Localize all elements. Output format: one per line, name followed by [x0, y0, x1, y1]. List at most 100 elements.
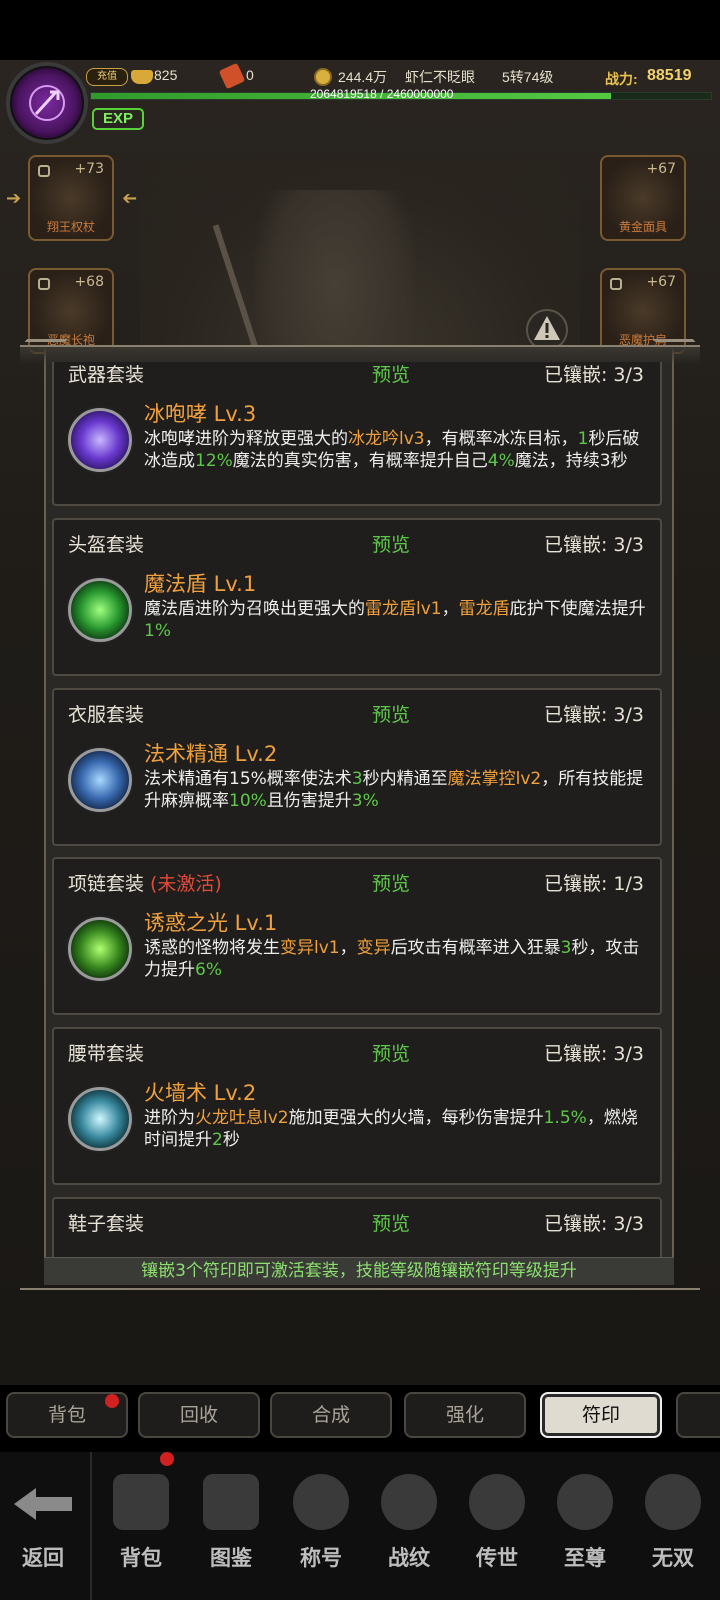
- preview-button[interactable]: 预览: [372, 1039, 410, 1066]
- desc-segment: ，有概率冰冻目标，: [424, 429, 578, 449]
- desc-segment: 1.5%: [543, 1108, 587, 1128]
- nav-codex[interactable]: 图鉴: [188, 1452, 274, 1600]
- preview-button[interactable]: 预览: [372, 530, 410, 557]
- equip-level: +68: [74, 274, 104, 290]
- nav-battle-pattern[interactable]: 战纹: [366, 1452, 452, 1600]
- desc-segment: 魔法掌控lv2: [447, 769, 542, 789]
- nav-separator: [90, 1452, 92, 1600]
- inlaid-label: 已镶嵌:: [544, 1213, 608, 1235]
- nav-back[interactable]: 返回: [0, 1452, 86, 1600]
- set-title-text: 项链套装: [68, 873, 145, 895]
- skill-description: 魔法盾进阶为召唤出更强大的雷龙盾lv1，雷龙盾庇护下使魔法提升 1%: [144, 598, 650, 642]
- nav-heirloom[interactable]: 传世: [454, 1452, 540, 1600]
- inlaid-count: 已镶嵌: 3/3: [544, 1209, 644, 1236]
- desc-segment: 1: [577, 429, 589, 449]
- inlaid-count: 已镶嵌: 1/3: [544, 869, 644, 896]
- arrow-left-icon: ➔: [122, 188, 138, 209]
- subtab-rune[interactable]: 符印: [540, 1392, 662, 1438]
- desc-segment: ，: [441, 599, 459, 619]
- set-title: 腰带套装: [68, 1039, 144, 1066]
- nav-label: 图鉴: [210, 1545, 252, 1570]
- desc-segment: 12%: [195, 451, 233, 471]
- desc-segment: 3: [560, 938, 572, 958]
- subtab-merge[interactable]: 合成: [270, 1392, 392, 1438]
- set-title-text: 头盔套装: [68, 534, 145, 556]
- desc-segment: 冰龙吟lv3: [348, 429, 425, 449]
- desc-segment: 魔法的真实伤害，有概率提升自己: [232, 451, 488, 471]
- ticket-count: 0: [246, 67, 254, 83]
- recharge-button[interactable]: 充值: [86, 68, 128, 86]
- nav-bag[interactable]: 背包: [98, 1452, 184, 1600]
- rune-icon[interactable]: [68, 748, 132, 812]
- desc-segment: 1%: [144, 621, 171, 641]
- coin-count: 244.4万: [338, 69, 388, 85]
- desc-segment: 冰咆哮进阶为释放更强大的: [144, 429, 348, 449]
- emblem-icon: [381, 1474, 437, 1530]
- preview-button[interactable]: 预览: [372, 700, 410, 727]
- desc-segment: 雷龙盾lv1: [365, 599, 442, 619]
- equip-name: 翔王权杖: [46, 220, 95, 234]
- inlaid-count: 已镶嵌: 3/3: [544, 1039, 644, 1066]
- nav-peerless[interactable]: 无双: [630, 1452, 716, 1600]
- inlaid-value: 3/3: [613, 1043, 644, 1065]
- desc-segment: 庇护下使魔法提升: [509, 599, 646, 619]
- nav-label: 无双: [652, 1545, 694, 1570]
- firewall-icon[interactable]: [68, 1087, 132, 1151]
- set-card: 腰带套装 预览 已镶嵌: 3/3 火墙术 Lv.2 进阶为火龙吐息lv2施加更强大的火墙，…: [52, 1027, 662, 1185]
- nav-label: 传世: [476, 1545, 518, 1570]
- nav-label: 称号: [300, 1545, 342, 1570]
- desc-segment: 3: [351, 769, 363, 789]
- shield-icon[interactable]: [68, 578, 132, 642]
- desc-segment: 6%: [195, 960, 222, 980]
- lock-icon: [38, 165, 50, 177]
- inactive-label: (未激活): [150, 873, 222, 895]
- desc-segment: 且伤害提升: [266, 791, 352, 811]
- nav-supreme[interactable]: 至尊: [542, 1452, 628, 1600]
- preview-button[interactable]: 预览: [372, 869, 410, 896]
- snowflake-icon[interactable]: [68, 408, 132, 472]
- power-label: 战力:: [605, 71, 638, 87]
- helmet-icon: [645, 1474, 701, 1530]
- desc-segment: 后攻击有概率进入狂暴: [390, 938, 561, 958]
- desc-segment: 10%: [229, 791, 267, 811]
- set-title: 武器套装: [68, 362, 144, 387]
- inlaid-label: 已镶嵌:: [544, 364, 608, 386]
- set-title-text: 衣服套装: [68, 704, 145, 726]
- arrow-right-icon: ➔: [6, 188, 22, 209]
- equip-slot-weapon[interactable]: +73 翔王权杖: [28, 155, 114, 241]
- desc-segment: 施加更强大的火墙，每秒伤害提升: [288, 1108, 544, 1128]
- set-title: 衣服套装: [68, 700, 144, 727]
- preview-button[interactable]: 预览: [372, 1209, 410, 1236]
- panel-bottom-ornament: [20, 1282, 700, 1290]
- set-card: 头盔套装 预览 已镶嵌: 3/3 魔法盾 Lv.1 魔法盾进阶为召唤出更强大的雷龙盾lv1…: [52, 518, 662, 676]
- inlaid-label: 已镶嵌:: [544, 704, 608, 726]
- backpack-icon: [113, 1474, 169, 1530]
- subtab-bar: 背包 回收 合成 强化 符印: [0, 1392, 720, 1442]
- coin-icon: [314, 68, 332, 86]
- equip-level: +67: [646, 161, 676, 177]
- desc-segment: 雷龙盾: [458, 599, 510, 619]
- desc-segment: 诱惑的怪物将发生: [144, 938, 280, 958]
- book-icon: [203, 1474, 259, 1530]
- lock-icon: [610, 278, 622, 290]
- panel-footer-hint: 镶嵌3个符印即可激活套装，技能等级随镶嵌符印等级提升: [44, 1257, 674, 1285]
- skill-name: 冰咆哮 Lv.3: [144, 402, 257, 426]
- desc-segment: 4%: [487, 451, 515, 471]
- subtab-recycle[interactable]: 回收: [138, 1392, 260, 1438]
- subtab-enhance[interactable]: 强化: [404, 1392, 526, 1438]
- lightning-icon[interactable]: [68, 917, 132, 981]
- skill-description: 法术精通有15%概率使法术3秒内精通至魔法掌控lv2，所有技能提升麻痹概率10%…: [144, 768, 650, 812]
- player-avatar[interactable]: [6, 62, 88, 144]
- nav-title[interactable]: 称号: [278, 1452, 364, 1600]
- set-card: 项链套装 (未激活) 预览 已镶嵌: 1/3 诱惑之光 Lv.1 诱惑的怪物将发生变异lv1…: [52, 857, 662, 1015]
- inlaid-value: 3/3: [613, 704, 644, 726]
- equip-slot-helmet[interactable]: +67 黄金面具: [600, 155, 686, 241]
- preview-button[interactable]: 预览: [372, 362, 410, 387]
- inlaid-count: 已镶嵌: 3/3: [544, 700, 644, 727]
- inlaid-value: 3/3: [613, 534, 644, 556]
- subtab-more[interactable]: [676, 1392, 720, 1438]
- set-card: 鞋子套装 预览 已镶嵌: 3/3: [52, 1197, 662, 1257]
- set-list[interactable]: 武器套装 预览 已镶嵌: 3/3 冰咆哮 Lv.3 冰咆哮进阶为释放更强大的冰龙吟lv3，…: [48, 362, 670, 1257]
- nav-label: 战纹: [388, 1545, 430, 1570]
- inlaid-count: 已镶嵌: 3/3: [544, 530, 644, 557]
